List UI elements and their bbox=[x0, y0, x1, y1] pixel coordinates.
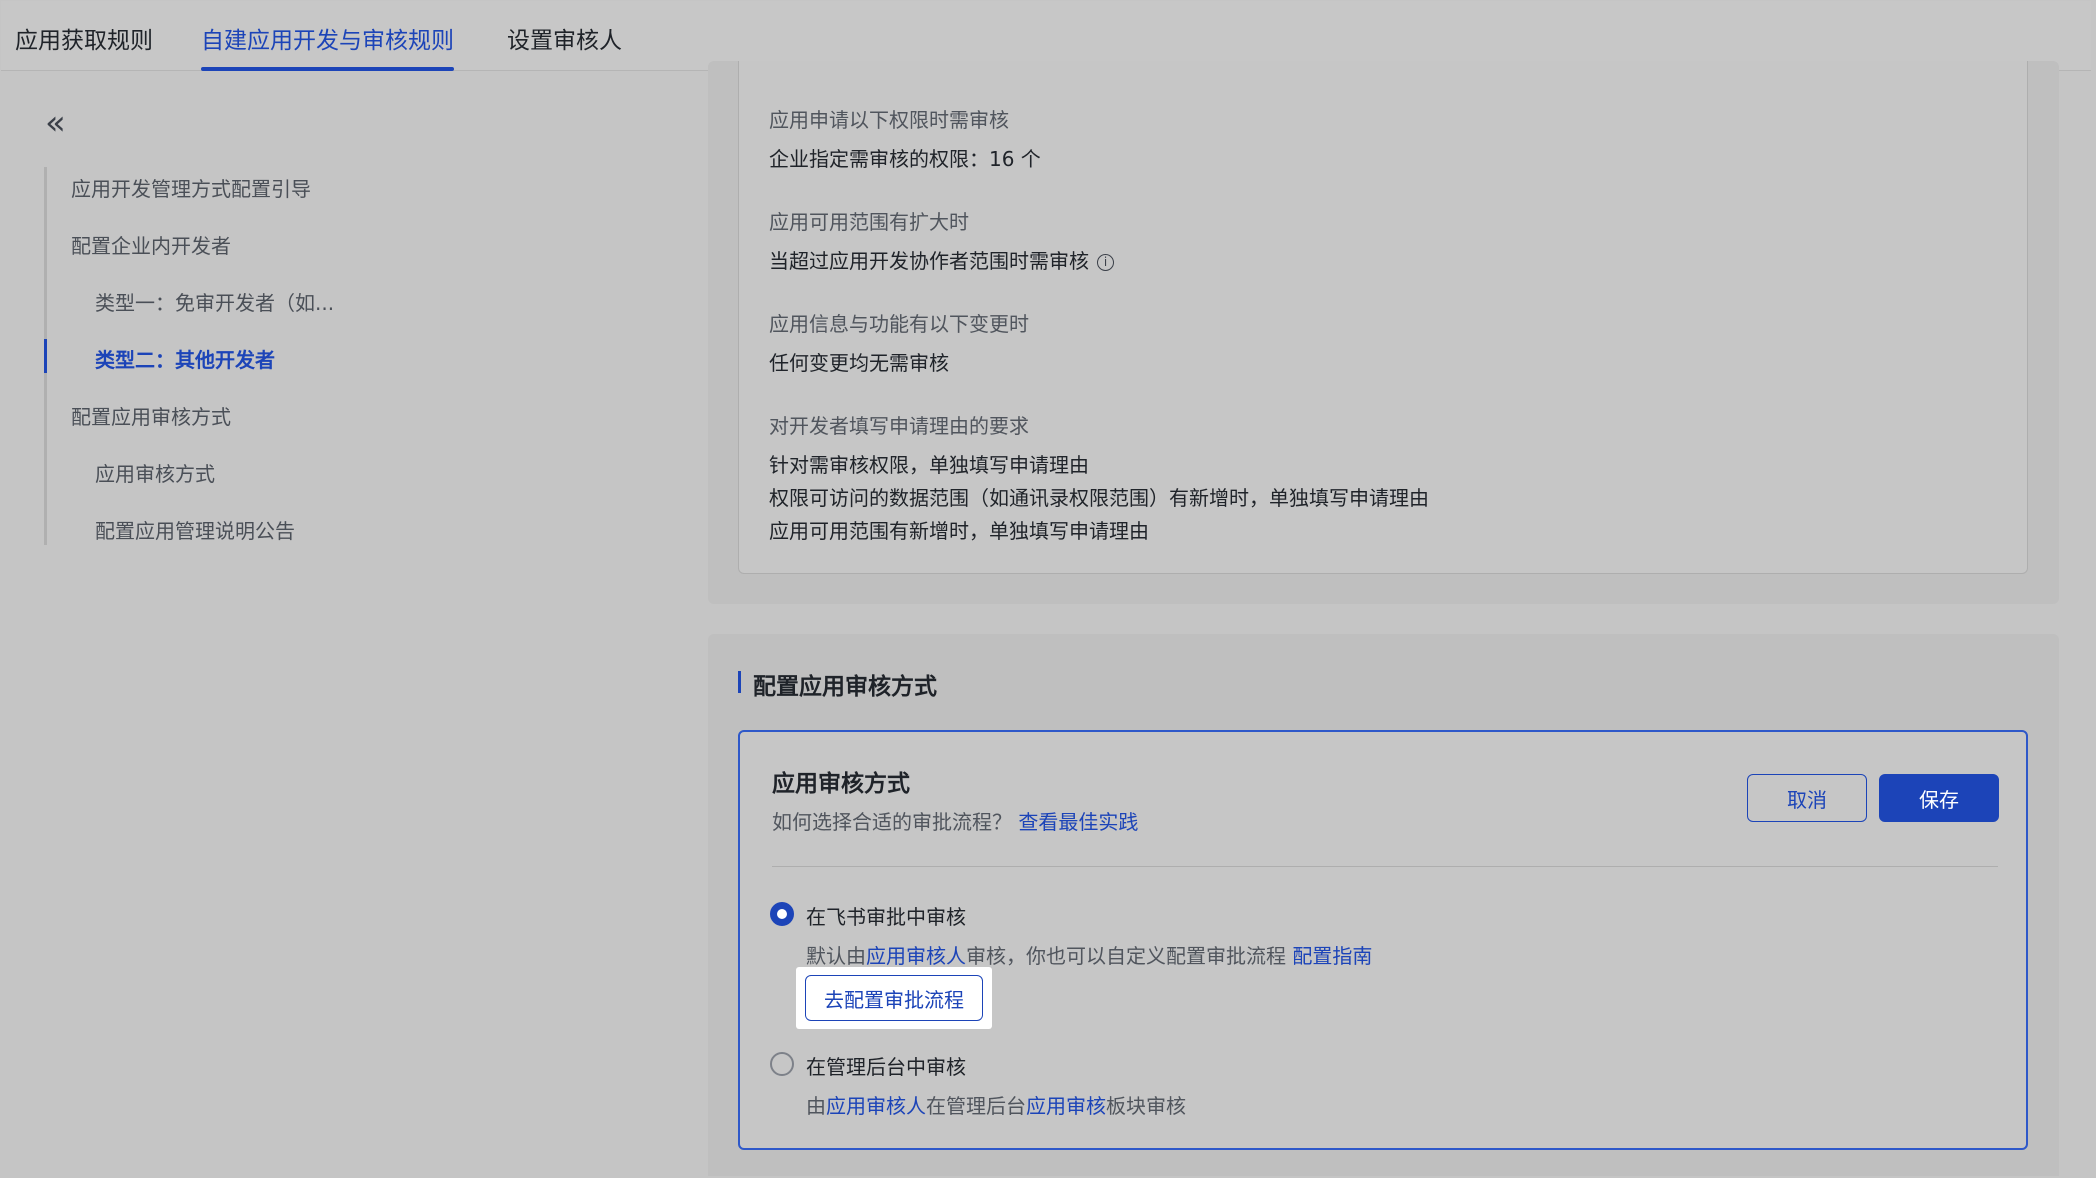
option-admin-console-label[interactable]: 在管理后台中审核 bbox=[806, 1051, 966, 1080]
reason-label: 对开发者填写申请理由的要求 bbox=[769, 414, 1029, 438]
app-review-module-link[interactable]: 应用审核 bbox=[1026, 1094, 1106, 1118]
reason-item-2: 权限可访问的数据范围（如通讯录权限范围）有新增时，单独填写申请理由 bbox=[769, 486, 1429, 510]
desc-text: 审核，你也可以自定义配置审批流程 bbox=[966, 944, 1286, 968]
toc-item-review-method-config[interactable]: 配置应用审核方式 bbox=[71, 401, 231, 430]
scope-label: 应用可用范围有扩大时 bbox=[769, 210, 969, 234]
config-guide-link[interactable]: 配置指南 bbox=[1292, 944, 1372, 968]
review-method-panel: 应用审核方式 如何选择合适的审批流程？ 查看最佳实践 取消 保存 在飞书审批中审… bbox=[738, 730, 2028, 1150]
collapse-sidebar-icon[interactable]: « bbox=[45, 105, 81, 141]
tab-set-reviewer[interactable]: 设置审核人 bbox=[507, 21, 622, 71]
config-approval-highlight: 去配置审批流程 bbox=[796, 967, 992, 1029]
desc-text: 默认由 bbox=[806, 944, 866, 968]
toc-item-review-method[interactable]: 应用审核方式 bbox=[95, 458, 215, 487]
tab-app-acquisition-rules[interactable]: 应用获取规则 bbox=[15, 21, 153, 71]
panel-divider bbox=[772, 866, 1998, 867]
desc-text: 在管理后台 bbox=[926, 1094, 1026, 1118]
app-reviewer-link-2[interactable]: 应用审核人 bbox=[826, 1094, 926, 1118]
save-button[interactable]: 保存 bbox=[1879, 774, 1999, 822]
toc-item-type-two[interactable]: 类型二：其他开发者 bbox=[95, 344, 275, 373]
toc-item-internal-developers[interactable]: 配置企业内开发者 bbox=[71, 230, 231, 259]
toc-item-type-one[interactable]: 类型一：免审开发者（如... bbox=[95, 287, 334, 316]
change-value: 任何变更均无需审核 bbox=[769, 351, 949, 375]
radio-feishu-approval[interactable] bbox=[770, 902, 794, 926]
desc-text: 板块审核 bbox=[1106, 1094, 1186, 1118]
toc-active-indicator bbox=[44, 339, 47, 373]
scope-value: 当超过应用开发协作者范围时需审核 bbox=[769, 249, 1089, 273]
change-label: 应用信息与功能有以下变更时 bbox=[769, 312, 1029, 336]
desc-text: 由 bbox=[806, 1094, 826, 1118]
cancel-button[interactable]: 取消 bbox=[1747, 774, 1867, 822]
reason-item-3: 应用可用范围有新增时，单独填写申请理由 bbox=[769, 519, 1149, 543]
app-frame: 应用获取规则 自建应用开发与审核规则 设置审核人 « 应用开发管理方式配置引导 … bbox=[1, 1, 2091, 1176]
option-admin-console-desc: 由应用审核人在管理后台应用审核板块审核 bbox=[806, 1090, 1186, 1119]
radio-admin-console[interactable] bbox=[770, 1052, 794, 1076]
option-feishu-approval-label[interactable]: 在飞书审批中审核 bbox=[806, 901, 966, 930]
option-feishu-approval-desc: 默认由应用审核人审核，你也可以自定义配置审批流程 配置指南 bbox=[806, 940, 1372, 969]
scope-value-row: 当超过应用开发协作者范围时需审核 i bbox=[769, 245, 1114, 274]
info-icon[interactable]: i bbox=[1097, 254, 1114, 271]
configure-approval-button[interactable]: 去配置审批流程 bbox=[805, 975, 983, 1021]
panel-subtitle: 如何选择合适的审批流程？ 查看最佳实践 bbox=[772, 806, 1138, 835]
section-title: 配置应用审核方式 bbox=[738, 667, 937, 701]
app-reviewer-link[interactable]: 应用审核人 bbox=[866, 944, 966, 968]
best-practice-link[interactable]: 查看最佳实践 bbox=[1018, 810, 1138, 834]
perm-label: 应用申请以下权限时需审核 bbox=[769, 108, 1009, 132]
tab-custom-app-rules[interactable]: 自建应用开发与审核规则 bbox=[201, 21, 454, 71]
toc-item-dev-guide[interactable]: 应用开发管理方式配置引导 bbox=[71, 173, 311, 202]
panel-title: 应用审核方式 bbox=[772, 771, 910, 797]
perm-value: 企业指定需审核的权限：16 个 bbox=[769, 147, 1041, 171]
reason-item-1: 针对需审核权限，单独填写申请理由 bbox=[769, 453, 1089, 477]
subtitle-text: 如何选择合适的审批流程？ bbox=[772, 810, 1012, 834]
toc-item-announcement[interactable]: 配置应用管理说明公告 bbox=[95, 515, 295, 544]
